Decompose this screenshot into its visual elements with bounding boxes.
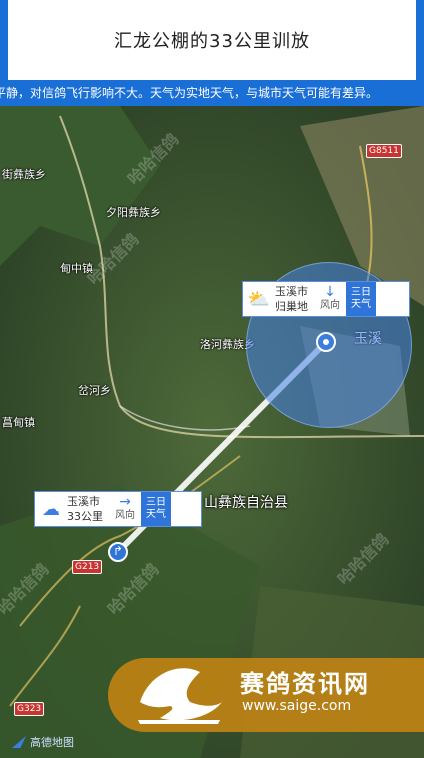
map-attribution: 高德地图 [12, 734, 74, 750]
three-day-label-1: 三日 [146, 497, 166, 508]
three-day-weather-button[interactable]: 三日 天气 [141, 492, 171, 526]
cloud-icon: ☁ [42, 498, 60, 520]
place-label: 岔河乡 [78, 384, 111, 397]
release-weather-card[interactable]: ☁ 玉溪市 33公里 → 风向 三日 天气 [34, 491, 202, 527]
pigeon-logo-icon [138, 668, 222, 724]
map-view[interactable]: 哈哈信鸽 哈哈信鸽 哈哈信鸽 哈哈信鸽 哈哈信鸽 街彝族乡 夕阳彝族乡 甸中镇 … [0, 106, 424, 758]
wind-label: 风向 [320, 300, 340, 311]
wind-direction-right-icon: → [119, 494, 131, 510]
dest-sub: 归巢地 [275, 300, 308, 313]
road-shield: G8511 [366, 144, 402, 158]
place-label: 夕阳彝族乡 [106, 206, 161, 219]
place-label: 菖甸镇 [2, 416, 35, 429]
wind-label: 风向 [115, 510, 135, 521]
page-title: 汇龙公棚的33公里训放 [114, 31, 310, 52]
page-header: 汇龙公棚的33公里训放 [8, 0, 416, 80]
site-watermark: 赛鸽资讯网 www.saige.com [108, 658, 424, 732]
release-point-pin-icon[interactable]: ↱ [108, 542, 128, 562]
place-label: 甸中镇 [60, 262, 93, 275]
sun-cloud-icon: ⛅ [247, 288, 271, 310]
start-city: 玉溪市 [67, 495, 100, 508]
weather-notice-bar: 平静，对信鸽飞行影响不大。天气为实地天气，与城市天气可能有差异。 [0, 80, 424, 106]
amap-logo-icon [12, 736, 26, 748]
site-url: www.saige.com [242, 698, 352, 714]
three-day-weather-button[interactable]: 三日 天气 [346, 282, 376, 316]
three-day-label-1: 三日 [351, 287, 371, 298]
three-day-label-2: 天气 [146, 509, 166, 520]
road-shield: G323 [14, 702, 45, 716]
destination-pin-icon[interactable] [316, 332, 336, 352]
wind-direction-down-icon: ↓ [324, 284, 336, 300]
map-attribution-text: 高德地图 [30, 736, 74, 749]
site-name: 赛鸽资讯网 [240, 670, 370, 698]
destination-weather-card[interactable]: ⛅ 玉溪市 归巢地 ↓ 风向 三日 天气 [242, 281, 410, 317]
weather-notice-text: 平静，对信鸽飞行影响不大。天气为实地天气，与城市天气可能有差异。 [0, 86, 379, 100]
frame-left [0, 0, 8, 80]
three-day-label-2: 天气 [351, 299, 371, 310]
county-label: 山彝族自治县 [204, 495, 288, 511]
road-shield: G213 [72, 560, 103, 574]
frame-right [416, 0, 424, 80]
dest-city: 玉溪市 [275, 285, 308, 298]
start-sub: 33公里 [67, 510, 103, 523]
place-label: 街彝族乡 [2, 168, 46, 181]
